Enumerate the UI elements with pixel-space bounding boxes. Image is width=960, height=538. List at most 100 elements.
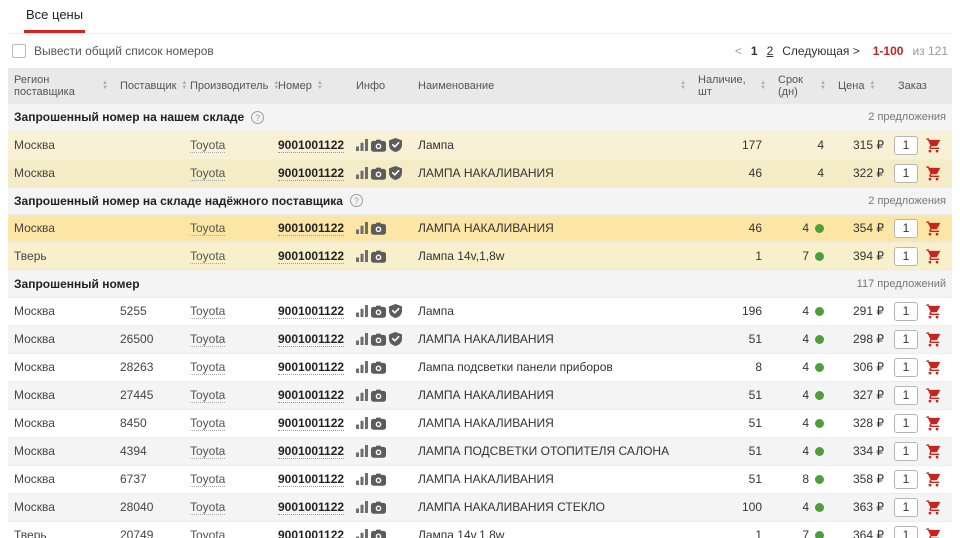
manufacturer-link[interactable]: Toyota xyxy=(190,528,226,538)
quantity-input[interactable] xyxy=(894,301,918,321)
column-header[interactable]: Номер ▲ ▼ xyxy=(272,68,350,104)
add-to-cart-icon[interactable] xyxy=(925,443,942,460)
part-number-link[interactable]: 9001001122 xyxy=(278,332,345,347)
part-number-link[interactable]: 9001001122 xyxy=(278,166,345,181)
part-number-link[interactable]: 9001001122 xyxy=(278,138,345,153)
sort-arrows-icon[interactable]: ▲ ▼ xyxy=(317,80,323,91)
show-all-numbers-checkbox[interactable]: Вывести общий список номеров xyxy=(12,44,214,58)
quantity-input[interactable] xyxy=(894,357,918,377)
pagination-page-1[interactable]: 1 xyxy=(751,44,758,58)
camera-icon[interactable] xyxy=(371,529,386,538)
add-to-cart-icon[interactable] xyxy=(925,471,942,488)
add-to-cart-icon[interactable] xyxy=(925,303,942,320)
signal-icon[interactable] xyxy=(356,417,368,429)
verified-icon[interactable] xyxy=(389,332,402,346)
camera-icon[interactable] xyxy=(371,250,386,263)
signal-icon[interactable] xyxy=(356,501,368,513)
manufacturer-link[interactable]: Toyota xyxy=(190,249,226,264)
help-icon[interactable]: ? xyxy=(349,194,363,207)
manufacturer-link[interactable]: Toyota xyxy=(190,444,226,459)
add-to-cart-icon[interactable] xyxy=(925,331,942,348)
signal-icon[interactable] xyxy=(356,361,368,373)
sort-arrows-icon[interactable]: ▲ ▼ xyxy=(869,80,875,91)
add-to-cart-icon[interactable] xyxy=(925,359,942,376)
part-number-link[interactable]: 9001001122 xyxy=(278,444,345,459)
column-header[interactable]: Срок (дн) ▲ ▼ xyxy=(772,68,832,104)
signal-icon[interactable] xyxy=(356,139,368,151)
sort-arrows-icon[interactable]: ▲ ▼ xyxy=(820,80,826,91)
quantity-input[interactable] xyxy=(894,385,918,405)
signal-icon[interactable] xyxy=(356,529,368,538)
part-number-link[interactable]: 9001001122 xyxy=(278,416,345,431)
quantity-input[interactable] xyxy=(894,469,918,489)
signal-icon[interactable] xyxy=(356,333,368,345)
add-to-cart-icon[interactable] xyxy=(925,248,942,265)
camera-icon[interactable] xyxy=(371,333,386,346)
signal-icon[interactable] xyxy=(356,445,368,457)
quantity-input[interactable] xyxy=(894,525,918,538)
manufacturer-link[interactable]: Toyota xyxy=(190,221,226,236)
quantity-input[interactable] xyxy=(894,218,918,238)
help-icon[interactable]: ? xyxy=(251,110,265,124)
part-number-link[interactable]: 9001001122 xyxy=(278,472,345,487)
column-header[interactable]: Наименование ▲ ▼ xyxy=(412,68,692,104)
part-number-link[interactable]: 9001001122 xyxy=(278,249,345,264)
verified-icon[interactable] xyxy=(389,304,402,318)
quantity-input[interactable] xyxy=(894,163,918,183)
camera-icon[interactable] xyxy=(371,139,386,152)
part-number-link[interactable]: 9001001122 xyxy=(278,360,345,375)
camera-icon[interactable] xyxy=(371,167,386,180)
pagination-next[interactable]: Следующая > xyxy=(782,44,859,58)
verified-icon[interactable] xyxy=(389,166,402,180)
camera-icon[interactable] xyxy=(371,222,386,235)
quantity-input[interactable] xyxy=(894,246,918,266)
sort-arrows-icon[interactable]: ▲ ▼ xyxy=(102,80,108,91)
camera-icon[interactable] xyxy=(371,445,386,458)
manufacturer-link[interactable]: Toyota xyxy=(190,388,226,403)
pagination-page-2[interactable]: 2 xyxy=(767,44,774,58)
column-header[interactable]: Наличие, шт ▲ ▼ xyxy=(692,68,772,104)
quantity-input[interactable] xyxy=(894,497,918,517)
camera-icon[interactable] xyxy=(371,473,386,486)
sort-arrows-icon[interactable]: ▲ ▼ xyxy=(680,80,686,91)
part-number-link[interactable]: 9001001122 xyxy=(278,500,345,515)
part-number-link[interactable]: 9001001122 xyxy=(278,221,345,236)
column-header[interactable]: Поставщик ▲ ▼ xyxy=(114,68,187,104)
part-number-link[interactable]: 9001001122 xyxy=(278,304,345,319)
manufacturer-link[interactable]: Toyota xyxy=(190,500,226,515)
verified-icon[interactable] xyxy=(389,138,402,152)
camera-icon[interactable] xyxy=(371,305,386,318)
checkbox-box-icon[interactable] xyxy=(12,44,26,58)
add-to-cart-icon[interactable] xyxy=(925,499,942,516)
part-number-link[interactable]: 9001001122 xyxy=(278,528,345,538)
signal-icon[interactable] xyxy=(356,305,368,317)
tab-all-prices[interactable]: Все цены xyxy=(24,0,86,33)
camera-icon[interactable] xyxy=(371,501,386,514)
quantity-input[interactable] xyxy=(894,329,918,349)
manufacturer-link[interactable]: Toyota xyxy=(190,360,226,375)
manufacturer-link[interactable]: Toyota xyxy=(190,138,226,153)
sort-arrows-icon[interactable]: ▲ ▼ xyxy=(760,80,766,91)
quantity-input[interactable] xyxy=(894,135,918,155)
add-to-cart-icon[interactable] xyxy=(925,387,942,404)
add-to-cart-icon[interactable] xyxy=(925,415,942,432)
column-header[interactable]: Цена ▲ ▼ xyxy=(832,68,892,104)
signal-icon[interactable] xyxy=(356,167,368,179)
add-to-cart-icon[interactable] xyxy=(925,165,942,182)
manufacturer-link[interactable]: Toyota xyxy=(190,472,226,487)
camera-icon[interactable] xyxy=(371,417,386,430)
manufacturer-link[interactable]: Toyota xyxy=(190,166,226,181)
quantity-input[interactable] xyxy=(894,441,918,461)
pagination-prev[interactable]: < xyxy=(735,44,742,58)
signal-icon[interactable] xyxy=(356,222,368,234)
camera-icon[interactable] xyxy=(371,389,386,402)
quantity-input[interactable] xyxy=(894,413,918,433)
add-to-cart-icon[interactable] xyxy=(925,527,942,538)
signal-icon[interactable] xyxy=(356,389,368,401)
column-header[interactable]: Производитель ▲ ▼ xyxy=(184,68,279,104)
add-to-cart-icon[interactable] xyxy=(925,137,942,154)
column-header[interactable]: Регион поставщика ▲ ▼ xyxy=(8,68,114,104)
signal-icon[interactable] xyxy=(356,250,368,262)
manufacturer-link[interactable]: Toyota xyxy=(190,332,226,347)
sort-arrows-icon[interactable]: ▲ ▼ xyxy=(181,80,187,91)
